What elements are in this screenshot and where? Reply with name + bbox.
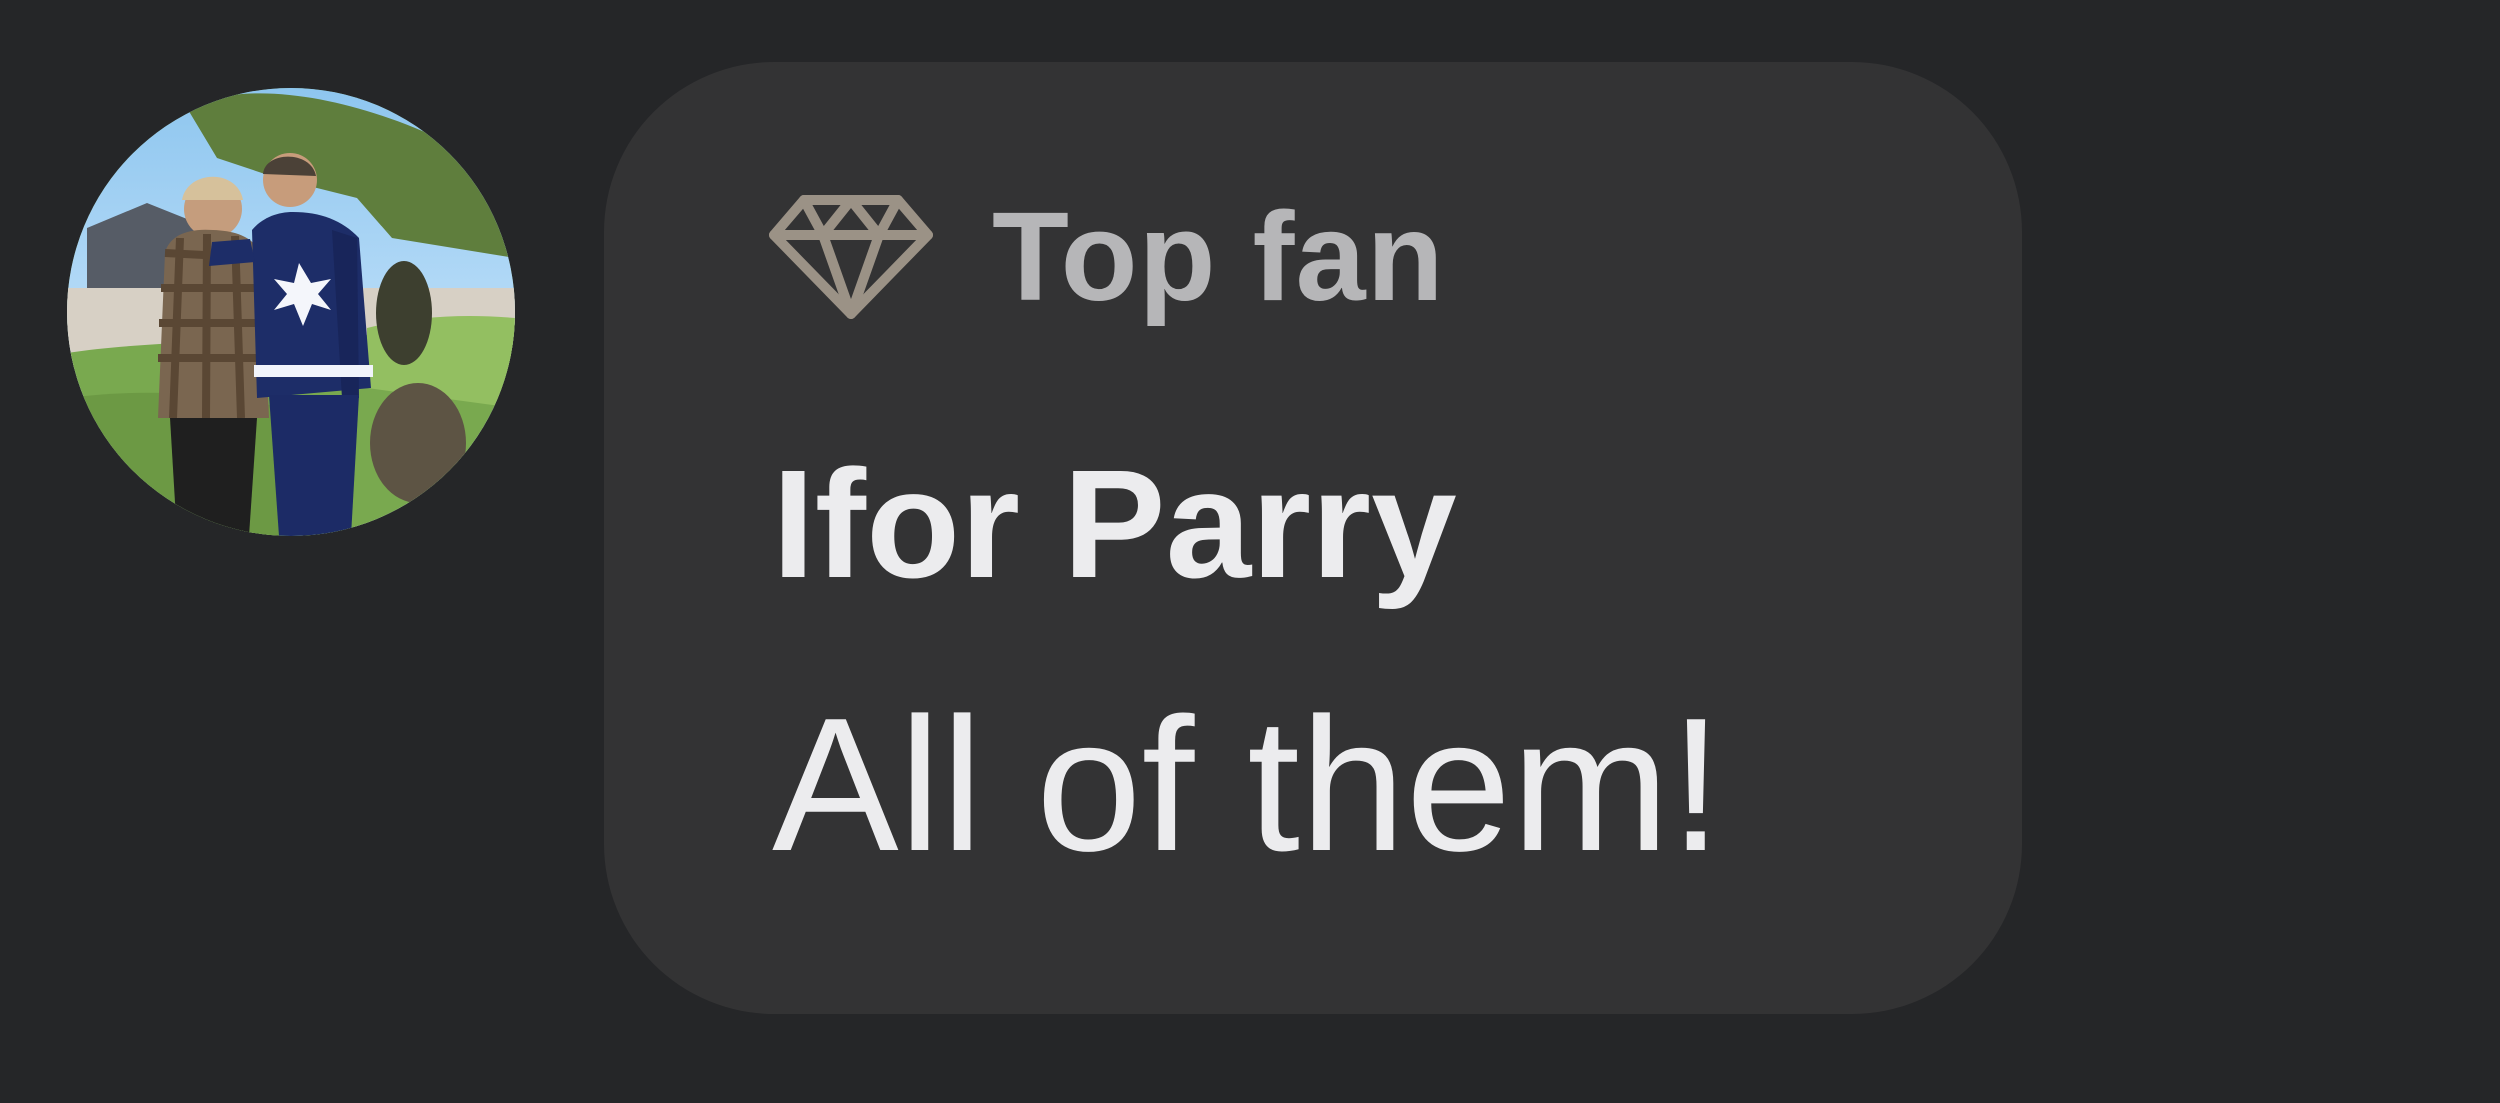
comment-text: All of them!	[772, 679, 1723, 891]
comment-row: Top fan Ifor Parry All of them!	[0, 0, 2500, 1103]
comment-bubble: Top fan Ifor Parry All of them!	[604, 62, 2022, 1014]
avatar[interactable]	[67, 88, 515, 536]
top-fan-badge: Top fan	[766, 182, 1445, 332]
author-name[interactable]: Ifor Parry	[772, 447, 1457, 601]
diamond-icon	[766, 182, 936, 332]
badge-label: Top fan	[992, 186, 1445, 327]
comment-screen: Top fan Ifor Parry All of them!	[0, 0, 2500, 1103]
avatar-photo	[67, 88, 515, 536]
